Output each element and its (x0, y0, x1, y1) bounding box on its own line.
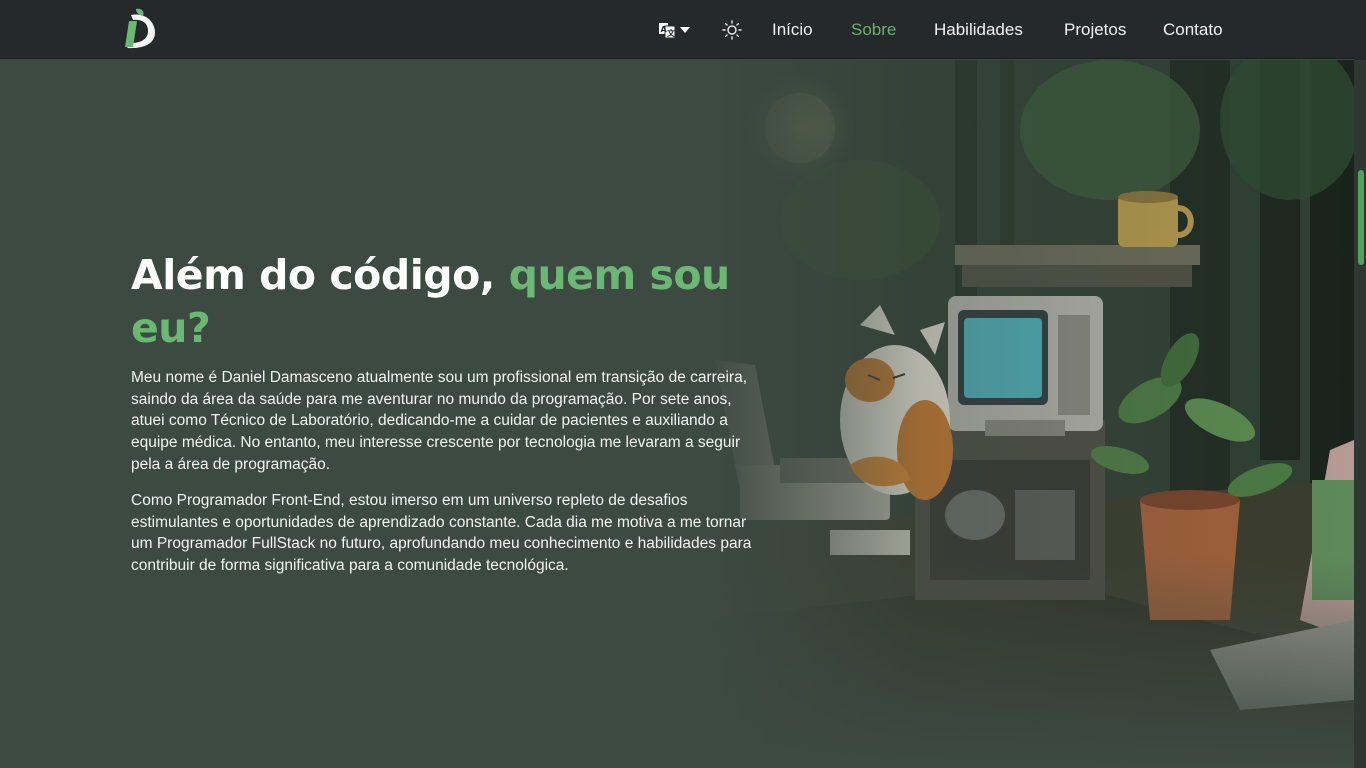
scrollbar-top (1354, 0, 1366, 60)
scrollbar[interactable] (1354, 60, 1366, 768)
navbar: D A 文 Início Sobre Habilidades Projetos … (0, 0, 1366, 59)
scrollbar-thumb[interactable] (1358, 170, 1364, 265)
about-paragraph-2: Como Programador Front-End, estou imerso… (131, 492, 752, 575)
chevron-down-icon (680, 27, 690, 33)
language-toggle[interactable]: A 文 (658, 18, 694, 42)
nav-link-inicio[interactable]: Início (772, 19, 813, 41)
sun-icon[interactable] (721, 19, 743, 41)
nav-link-sobre[interactable]: Sobre (851, 19, 896, 41)
svg-text:文: 文 (667, 28, 676, 38)
nav-link-projetos[interactable]: Projetos (1064, 19, 1126, 41)
about-paragraph-1: Meu nome é Daniel Damasceno atualmente s… (131, 369, 747, 473)
translate-icon: A 文 (659, 23, 676, 39)
about-section: Além do código, quem sou eu? Meu nome é … (0, 60, 1354, 768)
nav-link-habilidades[interactable]: Habilidades (934, 19, 1023, 41)
logo[interactable]: D (121, 7, 159, 51)
nav-link-contato[interactable]: Contato (1163, 19, 1223, 41)
about-title-main: Além do código, (131, 251, 509, 299)
about-title: Além do código, quem sou eu? (131, 249, 771, 355)
